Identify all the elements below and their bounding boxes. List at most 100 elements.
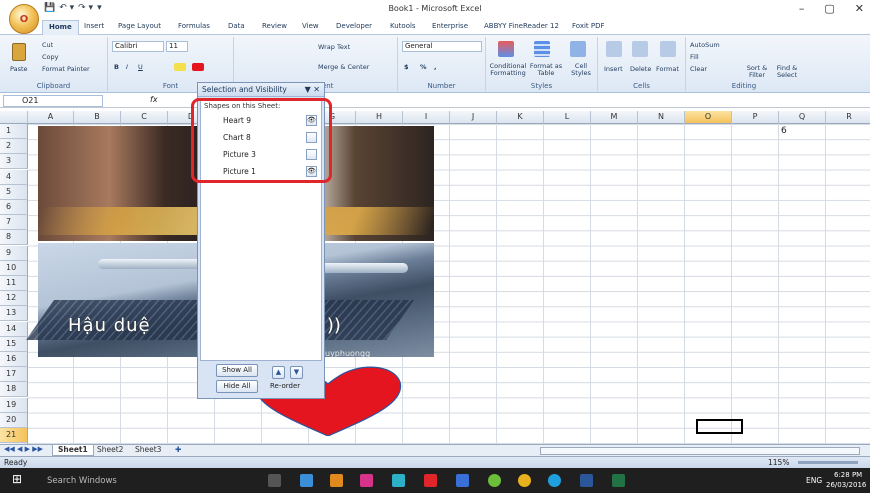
cell-styles-button[interactable]: Cell Styles xyxy=(566,63,596,77)
row-header-12[interactable]: 12 xyxy=(0,291,28,307)
row-header-1[interactable]: 1 xyxy=(0,124,28,139)
font-color-icon[interactable] xyxy=(192,63,204,71)
row-header-11[interactable]: 11 xyxy=(0,276,28,291)
column-header-n[interactable]: N xyxy=(638,111,685,124)
horizontal-scrollbar[interactable] xyxy=(540,447,860,455)
bold-button[interactable]: B xyxy=(114,63,119,71)
font-size-select[interactable]: 11 xyxy=(166,41,188,52)
pane-options-icon[interactable]: ▼ ✕ xyxy=(305,83,320,96)
fx-icon[interactable]: fx xyxy=(150,95,158,104)
paste-button[interactable]: Paste xyxy=(10,65,28,73)
merge-center-button[interactable]: Merge & Center xyxy=(318,63,369,71)
tab-enterprise[interactable]: Enterprise xyxy=(432,22,468,30)
taskbar-search[interactable]: Search Windows xyxy=(47,476,117,486)
insert-button[interactable]: Insert xyxy=(604,65,623,73)
tab-insert[interactable]: Insert xyxy=(84,22,104,30)
task-view-icon[interactable] xyxy=(268,474,281,487)
row-header-13[interactable]: 13 xyxy=(0,306,28,322)
hide-all-button[interactable]: Hide All xyxy=(216,380,258,393)
format-button[interactable]: Format xyxy=(656,65,679,73)
row-header-5[interactable]: 5 xyxy=(0,184,28,200)
row-header-17[interactable]: 17 xyxy=(0,367,28,383)
row-header-20[interactable]: 20 xyxy=(0,412,28,428)
copy-button[interactable]: Copy xyxy=(42,53,59,61)
row-header-2[interactable]: 2 xyxy=(0,139,28,155)
row-header-8[interactable]: 8 xyxy=(0,230,28,246)
move-down-icon[interactable]: ▼ xyxy=(290,366,303,379)
cell-p1[interactable]: 6 xyxy=(781,126,787,136)
zoom-level[interactable]: 115% xyxy=(768,458,789,467)
taskbar-app-icon[interactable] xyxy=(330,474,343,487)
save-icon[interactable]: 💾 xyxy=(44,3,55,13)
minimize-button[interactable]: – xyxy=(799,2,805,15)
column-header-a[interactable]: A xyxy=(28,111,74,124)
conditional-formatting-button[interactable]: Conditional Formatting xyxy=(488,63,528,77)
taskbar-app-icon[interactable] xyxy=(488,474,501,487)
cell-styles-icon[interactable] xyxy=(570,41,586,57)
sort-filter-button[interactable]: Sort & Filter xyxy=(742,65,772,79)
tab-foxit-pdf[interactable]: Foxit PDF xyxy=(572,22,605,30)
clock-time[interactable]: 6:28 PM xyxy=(834,471,862,479)
skype-icon[interactable] xyxy=(548,474,561,487)
redo-icon[interactable]: ↷ ▾ xyxy=(78,3,93,13)
taskbar-app-icon[interactable] xyxy=(456,474,469,487)
clock-date[interactable]: 26/03/2016 xyxy=(826,481,866,489)
row-header-21[interactable]: 21 xyxy=(0,428,28,443)
column-header-b[interactable]: B xyxy=(74,111,121,124)
row-header-19[interactable]: 19 xyxy=(0,397,28,413)
zoom-slider[interactable] xyxy=(798,461,858,464)
insert-cells-icon[interactable] xyxy=(606,41,622,57)
new-sheet-icon[interactable]: ✚ xyxy=(170,445,186,456)
row-header-9[interactable]: 9 xyxy=(0,245,28,261)
column-header-o[interactable]: O xyxy=(685,111,732,124)
tab-review[interactable]: Review xyxy=(262,22,287,30)
delete-button[interactable]: Delete xyxy=(630,65,651,73)
paste-icon[interactable] xyxy=(12,43,26,61)
format-painter-button[interactable]: Format Painter xyxy=(42,65,90,73)
currency-button[interactable]: $ xyxy=(404,63,409,71)
name-box[interactable]: O21 xyxy=(3,95,103,107)
tab-kutools[interactable]: Kutools xyxy=(390,22,416,30)
undo-icon[interactable]: ↶ ▾ xyxy=(59,3,74,13)
fill-color-icon[interactable] xyxy=(174,63,186,71)
comma-button[interactable]: , xyxy=(434,63,436,71)
tab-home[interactable]: Home xyxy=(42,20,79,35)
select-all-corner[interactable] xyxy=(0,111,28,124)
windows-start-icon[interactable]: ⊞ xyxy=(12,472,22,486)
format-cells-icon[interactable] xyxy=(660,41,676,57)
cut-button[interactable]: Cut xyxy=(42,41,53,49)
format-table-icon[interactable] xyxy=(534,41,550,57)
sheet-tab-3[interactable]: Sheet3 xyxy=(130,445,166,456)
italic-button[interactable]: I xyxy=(126,63,128,71)
find-select-button[interactable]: Find & Select xyxy=(772,65,802,79)
column-header-c[interactable]: C xyxy=(121,111,168,124)
tab-page-layout[interactable]: Page Layout xyxy=(118,22,161,30)
language-indicator[interactable]: ENG xyxy=(806,476,822,485)
column-header-p[interactable]: P xyxy=(732,111,779,124)
autosum-button[interactable]: AutoSum xyxy=(690,41,720,49)
row-header-15[interactable]: 15 xyxy=(0,336,28,352)
row-header-7[interactable]: 7 xyxy=(0,215,28,231)
row-header-3[interactable]: 3 xyxy=(0,154,28,170)
column-header-i[interactable]: I xyxy=(403,111,450,124)
chrome-icon[interactable] xyxy=(518,474,531,487)
wrap-text-button[interactable]: Wrap Text xyxy=(318,43,350,51)
sheet-nav-icon[interactable]: ◀◀ ◀ ▶ ▶▶ xyxy=(4,445,43,453)
column-header-k[interactable]: K xyxy=(497,111,544,124)
taskbar-app-icon[interactable] xyxy=(392,474,405,487)
tab-view[interactable]: View xyxy=(302,22,319,30)
selected-cell-o21[interactable] xyxy=(696,419,743,434)
taskbar-app-icon[interactable] xyxy=(360,474,373,487)
tab-data[interactable]: Data xyxy=(228,22,245,30)
column-header-q[interactable]: Q xyxy=(779,111,826,124)
close-button[interactable]: ✕ xyxy=(855,2,864,15)
move-up-icon[interactable]: ▲ xyxy=(272,366,285,379)
column-header-m[interactable]: M xyxy=(591,111,638,124)
fill-button[interactable]: Fill xyxy=(690,53,699,61)
conditional-formatting-icon[interactable] xyxy=(498,41,514,57)
row-header-16[interactable]: 16 xyxy=(0,352,28,367)
word-icon[interactable] xyxy=(580,474,593,487)
row-header-4[interactable]: 4 xyxy=(0,169,28,185)
sheet-tab-1[interactable]: Sheet1 xyxy=(52,445,94,456)
office-button[interactable]: O xyxy=(9,4,39,34)
